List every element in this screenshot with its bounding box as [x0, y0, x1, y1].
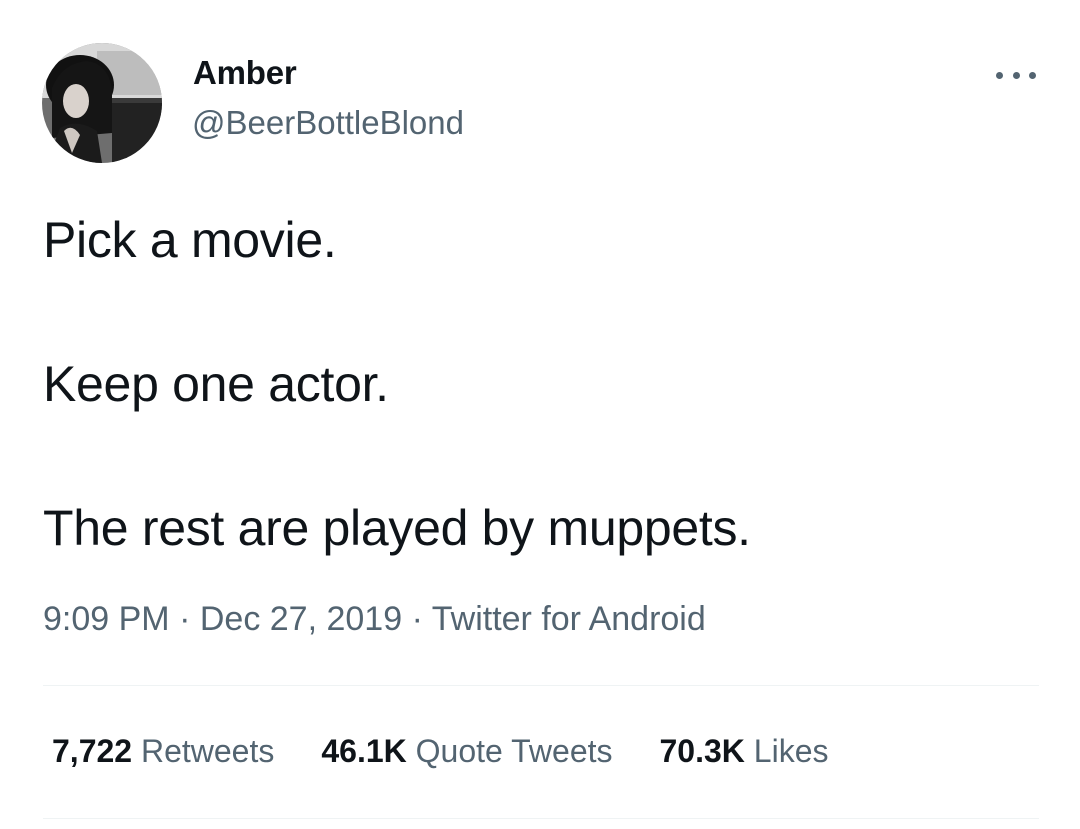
divider	[43, 685, 1039, 686]
more-dot	[1029, 71, 1036, 79]
tweet-text: Pick a movie. Keep one actor. The rest a…	[43, 210, 751, 559]
quote-tweets-count: 46.1K	[321, 733, 407, 769]
retweets-stat[interactable]: 7,722 Retweets	[52, 733, 274, 770]
avatar[interactable]	[42, 43, 162, 163]
tweet-line: Keep one actor.	[43, 356, 389, 412]
author-handle[interactable]: @BeerBottleBlond	[192, 104, 464, 142]
quote-tweets-label: Quote Tweets	[415, 733, 613, 769]
retweets-count: 7,722	[52, 733, 133, 769]
tweet-date[interactable]: Dec 27, 2019	[200, 600, 402, 638]
tweet-stats: 7,722 Retweets 46.1K Quote Tweets 70.3K …	[52, 733, 875, 770]
divider	[43, 818, 1039, 819]
quote-tweets-stat[interactable]: 46.1K Quote Tweets	[321, 733, 612, 770]
more-dot	[1012, 71, 1020, 79]
meta-separator: ·	[411, 600, 423, 638]
tweet-time[interactable]: 9:09 PM	[43, 600, 170, 638]
more-horizontal-icon[interactable]	[996, 62, 1036, 88]
likes-stat[interactable]: 70.3K Likes	[660, 733, 829, 770]
tweet-meta: 9:09 PM · Dec 27, 2019 · Twitter for And…	[43, 600, 706, 639]
tweet-line: The rest are played by muppets.	[43, 500, 751, 556]
retweets-label: Retweets	[140, 733, 275, 769]
likes-label: Likes	[753, 733, 829, 769]
tweet-source[interactable]: Twitter for Android	[432, 600, 706, 638]
author-name[interactable]: Amber	[193, 54, 297, 92]
likes-count: 70.3K	[659, 733, 745, 769]
tweet-line: Pick a movie.	[43, 212, 337, 268]
meta-separator: ·	[179, 600, 191, 638]
more-dot	[996, 71, 1003, 79]
